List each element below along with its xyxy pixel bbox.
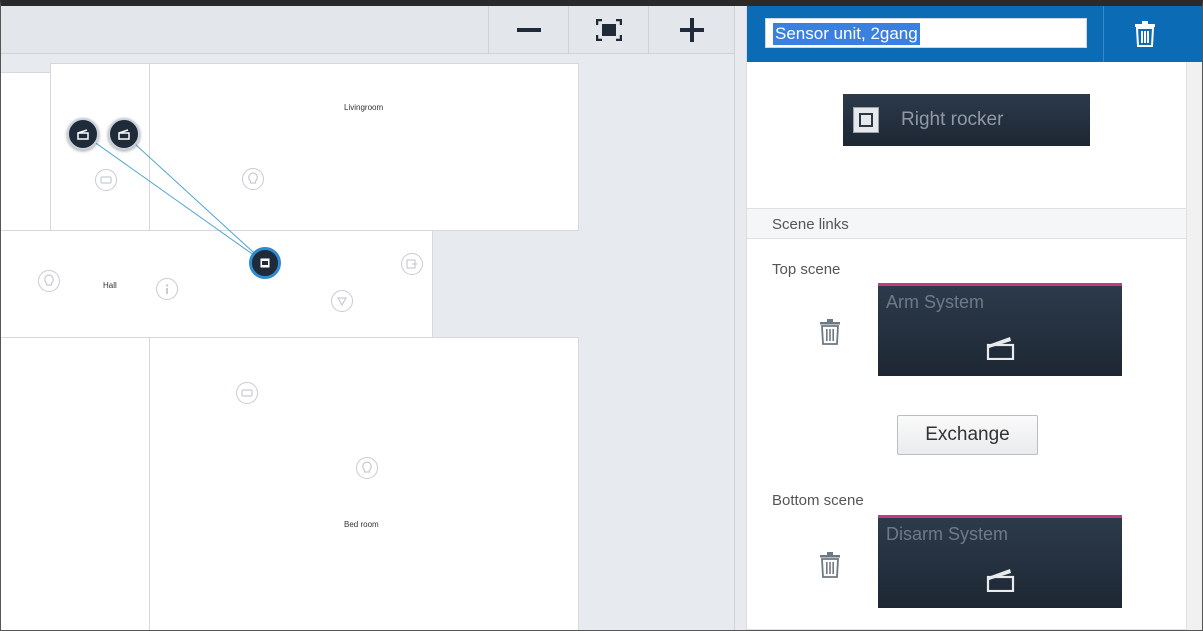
top-scene-name: Arm System xyxy=(886,292,985,312)
top-scene-label: Top scene xyxy=(772,261,841,278)
scene-clapper-icon[interactable] xyxy=(108,118,140,150)
right-rocker-tile[interactable]: Right rocker xyxy=(843,94,1090,146)
ceiling-light-icon[interactable] xyxy=(331,290,353,312)
trash-icon xyxy=(1135,21,1155,47)
scene-clapper-icon xyxy=(986,337,1015,360)
scene-clapper-icon[interactable] xyxy=(67,118,99,150)
lamp-icon[interactable] xyxy=(242,168,264,190)
socket-icon[interactable] xyxy=(95,169,117,191)
device-name-text[interactable]: Sensor unit, 2gang xyxy=(773,23,920,45)
delete-device-button[interactable] xyxy=(1104,6,1186,62)
rocker-label: Right rocker xyxy=(901,109,1004,130)
top-scene-tile[interactable]: Arm System xyxy=(878,283,1122,376)
scene-links-header: Scene links xyxy=(747,208,1186,239)
lamp-icon[interactable] xyxy=(38,270,60,292)
bottom-scene-label: Bottom scene xyxy=(772,492,864,509)
lamp-icon[interactable] xyxy=(356,457,378,479)
exit-icon[interactable] xyxy=(401,253,423,275)
bottom-scene-name: Disarm System xyxy=(886,524,1009,544)
scene-clapper-icon xyxy=(986,569,1015,592)
remove-top-scene-button[interactable] xyxy=(817,317,843,347)
remove-bottom-scene-button[interactable] xyxy=(817,550,843,580)
device-link-lines xyxy=(82,133,266,264)
trash-icon xyxy=(820,319,840,345)
panel-scrollbar[interactable] xyxy=(1186,62,1202,630)
scene-links-title: Scene links xyxy=(772,216,849,233)
bottom-scene-tile[interactable]: Disarm System xyxy=(878,515,1122,608)
properties-header: Sensor unit, 2gang xyxy=(747,6,1202,62)
panel-splitter[interactable] xyxy=(734,6,746,630)
info-icon[interactable] xyxy=(156,278,178,300)
floor-plan-panel[interactable]: Livingroom Hall Bed room xyxy=(1,6,734,630)
socket-icon[interactable] xyxy=(236,382,258,404)
trash-icon xyxy=(820,552,840,578)
exchange-scenes-button[interactable]: Exchange xyxy=(897,415,1038,455)
device-properties-panel: Sensor unit, 2gang Right rocker Scene li… xyxy=(746,6,1202,630)
sensor-unit-device-icon[interactable] xyxy=(249,247,281,279)
app-window: Livingroom Hall Bed room Sensor unit, 2g… xyxy=(0,0,1203,631)
rocker-switch-icon xyxy=(853,107,879,133)
